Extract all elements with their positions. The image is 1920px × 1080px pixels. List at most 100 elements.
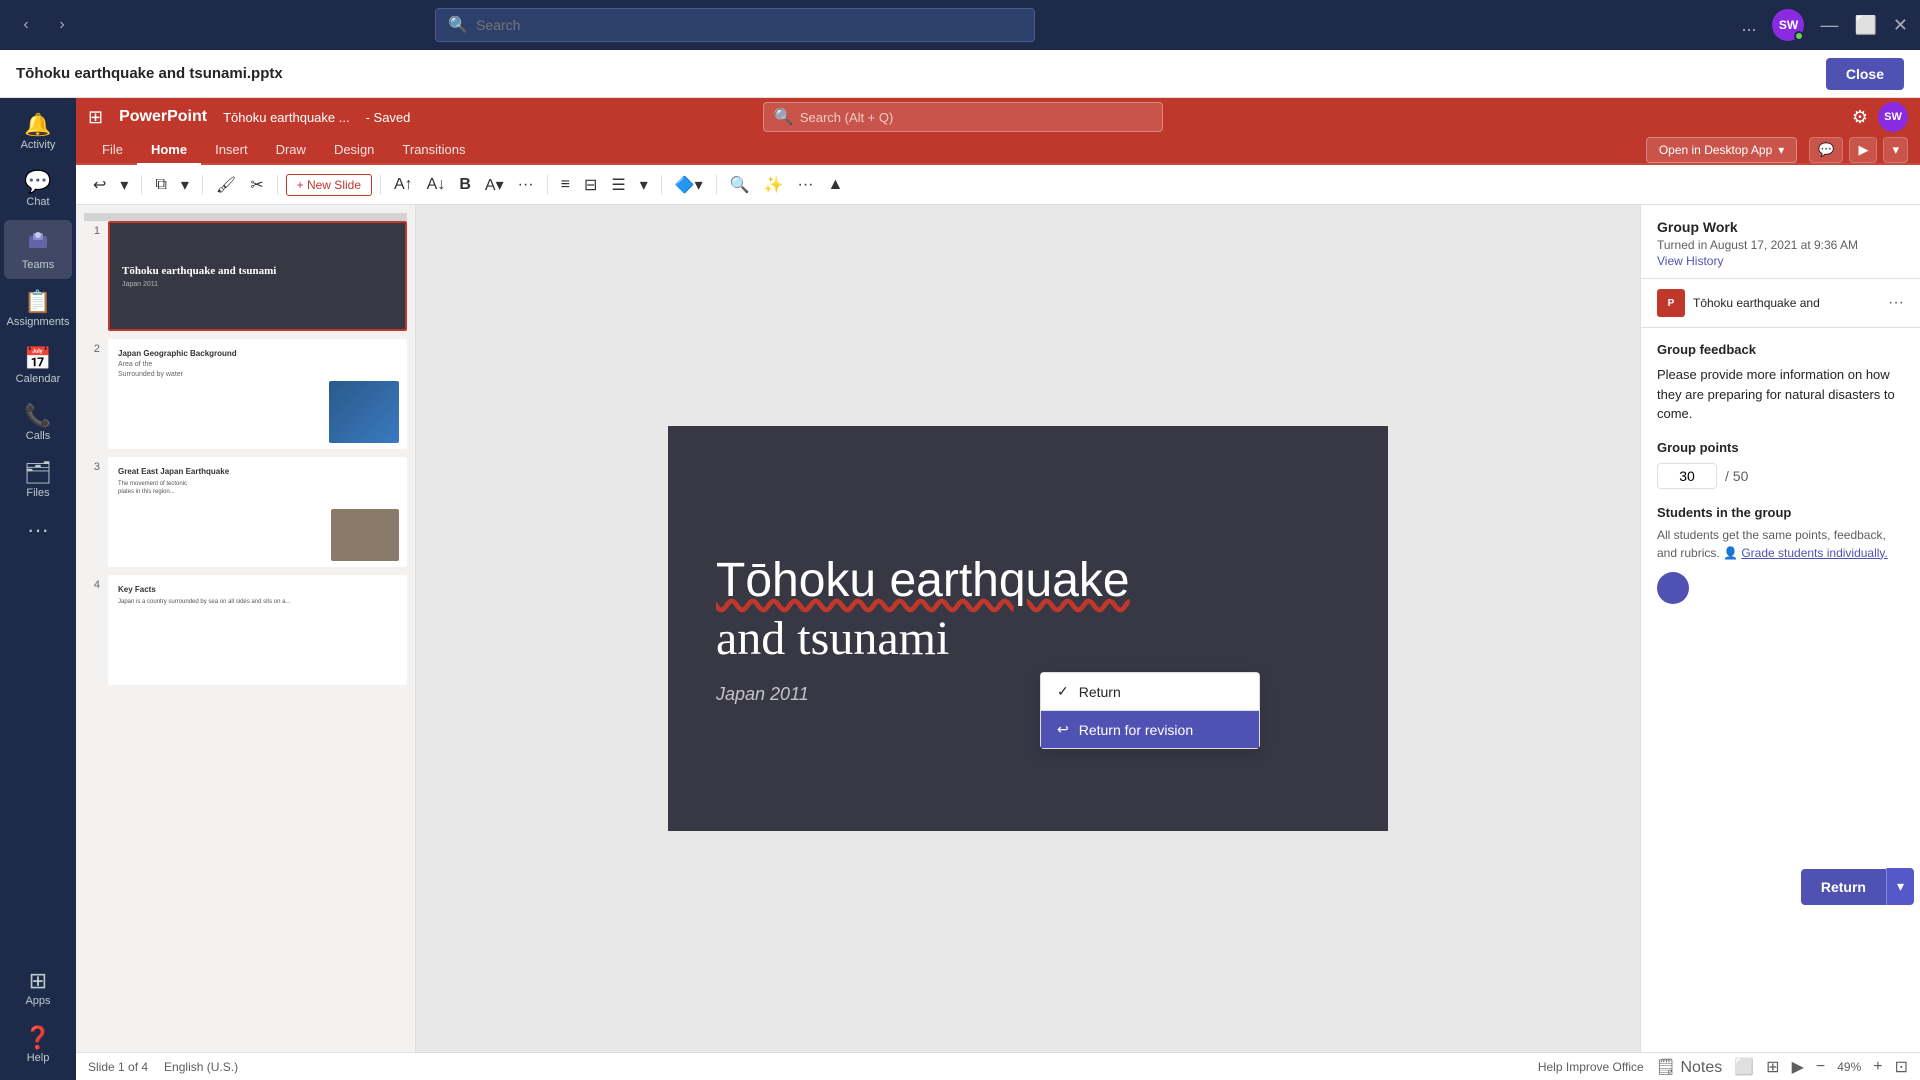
more-icon: ···	[27, 519, 49, 541]
sidebar-item-assignments[interactable]: 📋 Assignments	[4, 283, 72, 336]
points-input[interactable]	[1657, 463, 1717, 489]
present-button[interactable]: ▶	[1849, 137, 1877, 163]
tab-transitions[interactable]: Transitions	[388, 136, 479, 163]
present-view-button[interactable]: ▶	[1792, 1057, 1804, 1077]
title-bar-right: ... SW — ⬜ ✕	[1741, 9, 1908, 41]
align-arrow-button[interactable]: ▾	[635, 172, 653, 198]
dropdown-return-for-revision[interactable]: ↩ Return for revision	[1041, 711, 1259, 748]
slide3-title: Great East Japan Earthquake	[118, 467, 397, 476]
return-button[interactable]: Return	[1801, 869, 1886, 905]
search-bar[interactable]: 🔍	[435, 8, 1035, 42]
bold-button[interactable]: B	[454, 173, 476, 197]
undo-arrow-button[interactable]: ▾	[115, 172, 133, 198]
ribbon-search[interactable]: 🔍	[763, 102, 1163, 132]
sidebar-item-teams[interactable]: Teams	[4, 220, 72, 279]
return-label: Return	[1079, 684, 1121, 700]
forward-button[interactable]: ›	[48, 11, 76, 39]
search-icon: 🔍	[448, 15, 468, 35]
normal-view-button[interactable]: ⬜	[1734, 1057, 1754, 1077]
pptx-icon: P	[1657, 289, 1685, 317]
more-tools-button[interactable]: ···	[793, 173, 819, 197]
sidebar-item-files[interactable]: 🗂 Files	[4, 454, 72, 507]
grade-individually-link[interactable]: Grade students individually.	[1741, 546, 1888, 560]
fit-slide-button[interactable]: ⊡	[1895, 1057, 1908, 1077]
shape-fill-button[interactable]: 🔷▾	[670, 172, 708, 198]
more-options-button[interactable]: ...	[1741, 15, 1756, 36]
numbering-button[interactable]: ⊟	[579, 172, 602, 198]
new-slide-button[interactable]: + New Slide	[286, 174, 372, 196]
collapse-ribbon-button[interactable]: ▲	[823, 173, 849, 197]
open-desktop-label: Open in Desktop App	[1659, 143, 1772, 157]
tab-home[interactable]: Home	[137, 136, 201, 165]
ribbon-search-input[interactable]	[800, 110, 1152, 125]
maximize-button[interactable]: ⬜	[1854, 15, 1876, 36]
window-nav: ‹ ›	[12, 11, 76, 39]
tab-draw[interactable]: Draw	[262, 136, 320, 163]
slide-image-4[interactable]: Key Facts Japan is a country surrounded …	[108, 575, 407, 685]
close-window-button[interactable]: ✕	[1893, 15, 1908, 36]
slide-image-3[interactable]: Great East Japan Earthquake The movement…	[108, 457, 407, 567]
tab-design[interactable]: Design	[320, 136, 388, 163]
ribbon-extra-buttons: 💬 ▶ ▾	[1809, 137, 1908, 163]
design-ideas-button[interactable]: ✨	[759, 172, 789, 198]
sidebar-item-apps[interactable]: ⊞ Apps	[4, 962, 72, 1015]
slide1-title: Tōhoku earthquake and tsunami	[122, 265, 393, 277]
sidebar-item-chat[interactable]: 💬 Chat	[4, 163, 72, 216]
sidebar-item-calls[interactable]: 📞 Calls	[4, 397, 72, 450]
back-button[interactable]: ‹	[12, 11, 40, 39]
slide-canvas[interactable]: Tōhoku earthquakeand tsunami Japan 2011	[668, 426, 1388, 831]
comment-button[interactable]: 💬	[1809, 137, 1843, 163]
format-painter-button[interactable]: 🖌	[211, 172, 241, 198]
file-more-button[interactable]: ···	[1888, 294, 1904, 312]
cut-button[interactable]: ✂	[245, 172, 268, 198]
zoom-out-button[interactable]: −	[1816, 1058, 1825, 1076]
font-color-button[interactable]: A▾	[480, 172, 509, 198]
slide-image-1[interactable]: Tōhoku earthquake and tsunami Japan 2011	[108, 221, 407, 331]
settings-icon[interactable]: ⚙	[1852, 107, 1868, 128]
sidebar-item-label: Assignments	[7, 316, 70, 328]
return-dropdown-button[interactable]: ▾	[1886, 868, 1914, 905]
zoom-in-button[interactable]: +	[1873, 1058, 1882, 1076]
calls-icon: 📞	[24, 405, 51, 427]
slide-thumb-3[interactable]: 3 Great East Japan Earthquake The moveme…	[84, 457, 407, 567]
slide-thumb-4[interactable]: 4 Key Facts Japan is a country surrounde…	[84, 575, 407, 685]
tab-file[interactable]: File	[88, 136, 137, 163]
copy-arrow-button[interactable]: ▾	[176, 172, 194, 198]
separator	[661, 175, 662, 195]
sidebar-item-activity[interactable]: 🔔 Activity	[4, 106, 72, 159]
separator	[141, 175, 142, 195]
notes-button[interactable]: 🗒 Notes	[1656, 1057, 1723, 1077]
files-icon: 🗂	[24, 462, 52, 484]
slide-image-2[interactable]: Japan Geographic Background Area of theS…	[108, 339, 407, 449]
feedback-label: Group feedback	[1657, 342, 1904, 357]
align-button[interactable]: ☰	[606, 172, 630, 198]
slide-thumb-1[interactable]: 1 Tōhoku earthquake and tsunami Japan 20…	[84, 221, 407, 331]
sidebar-item-label: Chat	[26, 196, 49, 208]
search-icon: 🔍	[774, 107, 794, 127]
minimize-button[interactable]: —	[1820, 15, 1838, 36]
font-decrease-button[interactable]: A↓	[422, 173, 451, 197]
slide2-map	[329, 381, 399, 443]
sidebar-item-help[interactable]: ❓ Help	[4, 1019, 72, 1072]
grid-icon[interactable]: ⊞	[88, 107, 103, 128]
tab-insert[interactable]: Insert	[201, 136, 262, 163]
search-input[interactable]	[476, 17, 1022, 33]
font-increase-button[interactable]: A↑	[389, 173, 418, 197]
open-desktop-button[interactable]: Open in Desktop App ▾	[1646, 137, 1797, 163]
avatar[interactable]: SW	[1772, 9, 1804, 41]
more-font-button[interactable]: ···	[513, 173, 539, 197]
find-button[interactable]: 🔍	[725, 172, 755, 198]
more-ribbon-button[interactable]: ▾	[1883, 137, 1908, 163]
dropdown-return[interactable]: ✓ Return	[1041, 673, 1259, 710]
slide-panel: 1 Tōhoku earthquake and tsunami Japan 20…	[76, 205, 416, 1052]
slide-sorter-button[interactable]: ⊞	[1766, 1057, 1779, 1077]
sidebar-item-calendar[interactable]: 📅 Calendar	[4, 340, 72, 393]
close-button[interactable]: Close	[1826, 58, 1904, 90]
bullets-button[interactable]: ≡	[556, 173, 575, 197]
undo-button[interactable]: ↩	[88, 172, 111, 198]
sidebar-item-more[interactable]: ···	[4, 511, 72, 549]
slide-thumb-2[interactable]: 2 Japan Geographic Background Area of th…	[84, 339, 407, 449]
copy-button[interactable]: ⧉	[150, 173, 171, 197]
ribbon-avatar[interactable]: SW	[1878, 102, 1908, 132]
view-history-link[interactable]: View History	[1657, 254, 1723, 268]
